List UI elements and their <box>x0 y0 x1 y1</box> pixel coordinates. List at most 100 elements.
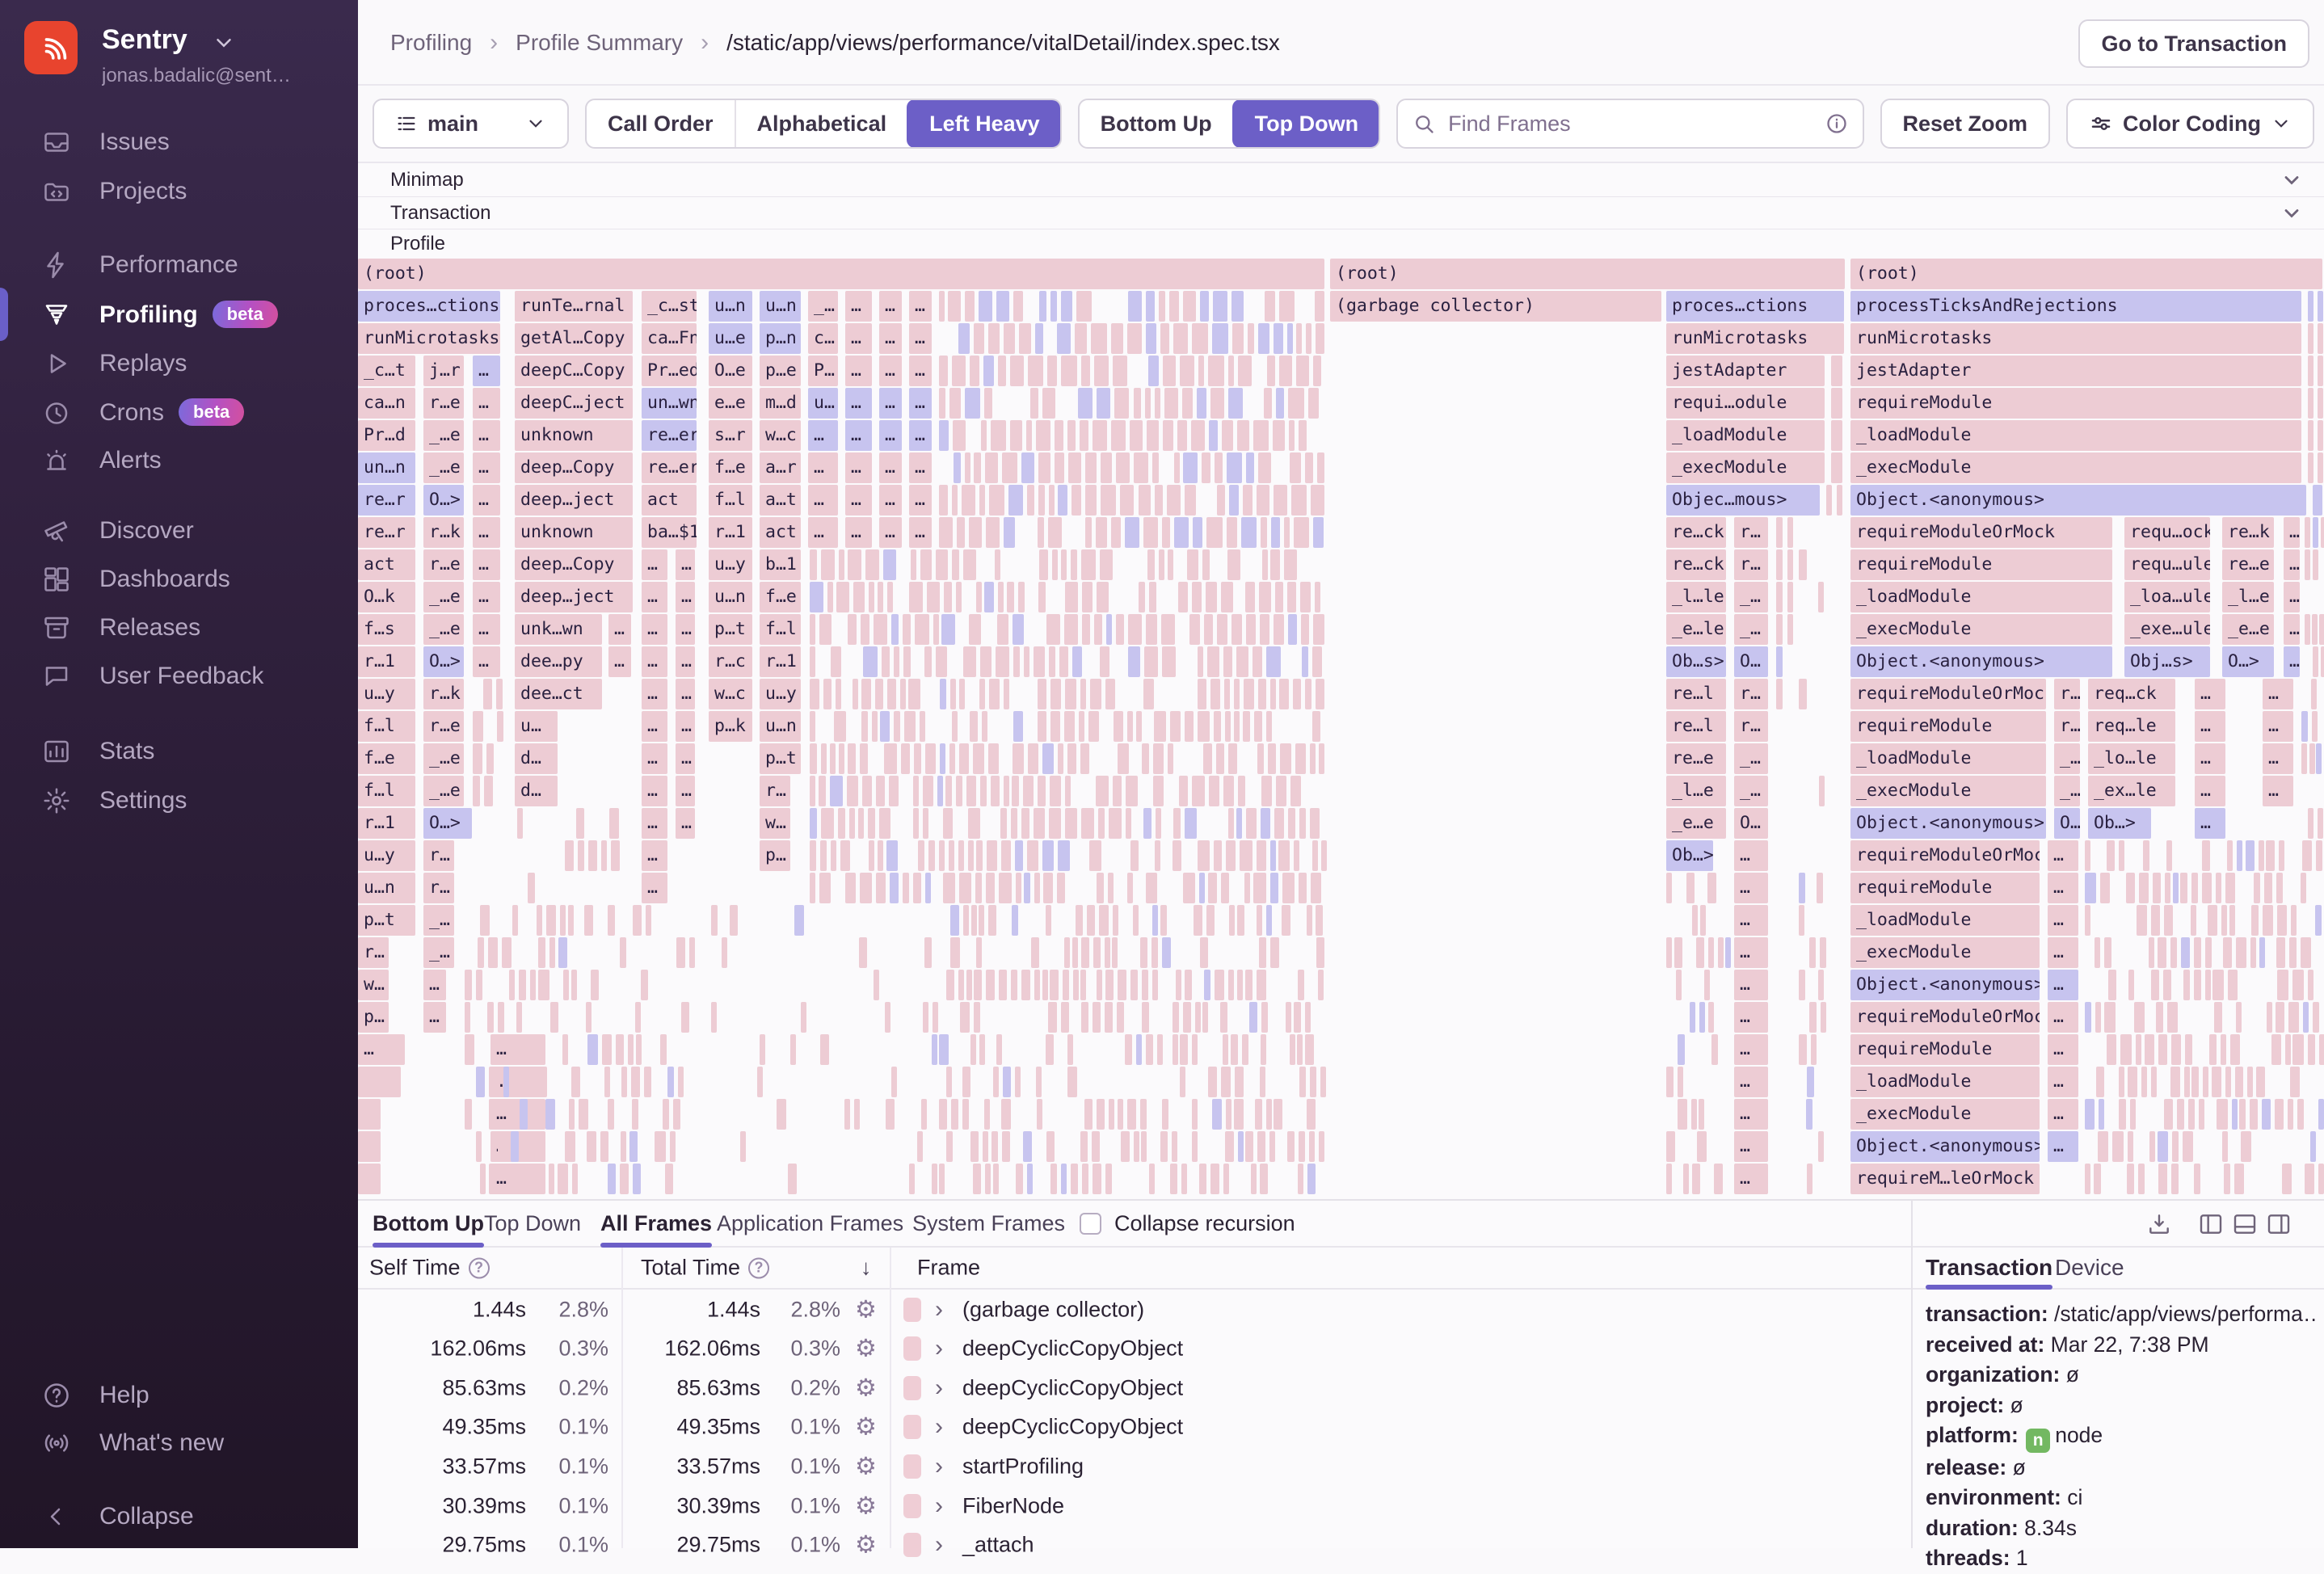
flame-frame[interactable] <box>1159 291 1165 322</box>
flame-frame[interactable] <box>2267 1002 2273 1033</box>
flame-frame[interactable] <box>1191 1034 1198 1065</box>
flame-frame[interactable] <box>1082 582 1093 612</box>
flame-frame[interactable] <box>1034 646 1046 677</box>
flame-frame[interactable] <box>1149 1164 1156 1194</box>
flame-frame[interactable] <box>1096 517 1108 548</box>
flame-frame[interactable] <box>950 679 957 709</box>
flame-frame[interactable] <box>962 549 976 580</box>
self-time-header[interactable]: Self Time? <box>369 1256 490 1281</box>
flame-frame[interactable] <box>987 840 998 871</box>
flame-frame[interactable] <box>874 614 887 645</box>
flame-frame[interactable] <box>1152 970 1159 1000</box>
flame-frame[interactable] <box>2126 1164 2134 1194</box>
flame-frame[interactable] <box>1117 1002 1125 1033</box>
flame-frame[interactable] <box>1316 323 1324 354</box>
flame-frame[interactable] <box>531 1099 541 1130</box>
flame-frame[interactable] <box>2319 614 2324 645</box>
flame-frame[interactable] <box>689 937 696 968</box>
flame-frame[interactable] <box>1318 970 1324 1000</box>
flame-frame[interactable] <box>1307 905 1313 936</box>
flame-frame[interactable]: un…wn <box>642 388 697 419</box>
flame-frame[interactable] <box>939 1164 945 1194</box>
flame-frame[interactable] <box>680 1002 690 1033</box>
flame-frame[interactable]: … <box>676 776 695 806</box>
flame-frame[interactable] <box>1826 485 1832 516</box>
flame-frame[interactable]: re…er <box>642 420 697 451</box>
flame-frame[interactable]: … <box>676 582 695 612</box>
flame-frame[interactable] <box>545 905 557 936</box>
flame-frame[interactable] <box>836 582 849 612</box>
flame-frame[interactable] <box>831 646 841 677</box>
flame-frame[interactable] <box>2158 937 2167 968</box>
flame-frame[interactable] <box>1072 646 1082 677</box>
flame-frame[interactable] <box>1146 614 1158 645</box>
flame-frame[interactable] <box>1182 388 1194 419</box>
flame-frame[interactable] <box>1081 549 1097 580</box>
flame-frame[interactable]: … <box>2048 1131 2078 1162</box>
flame-frame[interactable] <box>983 1131 989 1162</box>
flame-frame[interactable] <box>1202 1002 1209 1033</box>
flame-frame[interactable] <box>997 614 1008 645</box>
flame-frame[interactable] <box>476 1067 486 1097</box>
expand-chevron-icon[interactable]: › <box>935 1413 943 1441</box>
flame-frame[interactable] <box>519 970 527 1000</box>
flame-frame[interactable] <box>846 776 858 806</box>
flame-frame[interactable] <box>1228 485 1240 516</box>
flame-frame[interactable]: r… <box>2054 711 2080 742</box>
flame-frame[interactable] <box>1191 1131 1198 1162</box>
flame-frame[interactable] <box>2127 1067 2137 1097</box>
flame-frame[interactable] <box>951 1099 958 1130</box>
flame-frame[interactable] <box>2236 1002 2242 1033</box>
flame-frame[interactable] <box>1060 1002 1070 1033</box>
flame-frame[interactable] <box>2172 873 2179 903</box>
flame-frame[interactable] <box>635 1002 642 1033</box>
flame-frame[interactable] <box>1146 291 1156 322</box>
flame-frame[interactable] <box>964 291 975 322</box>
table-row[interactable]: 85.63ms 0.2% 85.63ms 0.2% ⚙ › deepCyclicCopyOb… <box>358 1368 1911 1408</box>
flame-frame[interactable] <box>1799 873 1806 903</box>
flame-frame[interactable] <box>958 873 972 903</box>
flame-frame[interactable] <box>933 614 939 645</box>
flame-frame[interactable] <box>1210 679 1221 709</box>
flame-frame[interactable] <box>2250 937 2256 968</box>
flame-frame[interactable] <box>2271 1034 2281 1065</box>
flame-frame[interactable] <box>1172 1002 1180 1033</box>
flame-frame[interactable]: … <box>845 517 872 548</box>
sidebar-item-issues[interactable]: Issues <box>0 119 358 166</box>
flame-frame[interactable] <box>2103 937 2111 968</box>
flame-frame[interactable] <box>890 873 899 903</box>
flame-frame[interactable] <box>985 1164 991 1194</box>
flame-frame[interactable] <box>1200 937 1208 968</box>
flame-frame[interactable] <box>969 517 983 548</box>
flame-frame[interactable]: … <box>358 1034 405 1065</box>
flame-frame[interactable] <box>1085 517 1093 548</box>
flame-frame[interactable]: … <box>642 808 667 839</box>
flame-frame[interactable]: O… <box>2054 808 2080 839</box>
flame-frame[interactable] <box>2180 937 2191 968</box>
flame-frame[interactable] <box>1309 1067 1317 1097</box>
flame-frame[interactable] <box>646 905 652 936</box>
org-switcher[interactable]: Sentry jonas.badalic@sent… <box>24 19 347 100</box>
flame-frame[interactable] <box>1299 1067 1306 1097</box>
flame-frame[interactable]: p…t <box>358 905 415 936</box>
tab-bottom-up[interactable]: Bottom Up <box>373 1201 484 1248</box>
flame-frame[interactable] <box>1269 679 1276 709</box>
flame-frame[interactable] <box>1285 1002 1291 1033</box>
flame-frame[interactable] <box>2313 549 2319 580</box>
flame-frame[interactable] <box>1222 1034 1228 1065</box>
flame-frame[interactable] <box>600 840 608 871</box>
flame-frame[interactable]: u…y <box>760 679 801 709</box>
flame-frame[interactable] <box>1145 388 1151 419</box>
flame-frame[interactable] <box>1139 1099 1147 1130</box>
flame-frame[interactable] <box>1185 970 1193 1000</box>
flame-frame[interactable] <box>2225 1067 2232 1097</box>
flame-frame[interactable] <box>1013 291 1023 322</box>
flame-frame[interactable] <box>1269 873 1278 903</box>
flame-frame[interactable] <box>1067 420 1076 451</box>
flame-frame[interactable] <box>2301 937 2311 968</box>
flame-frame[interactable] <box>1163 420 1174 451</box>
flame-frame[interactable] <box>1799 549 1807 580</box>
flame-frame[interactable] <box>1199 291 1209 322</box>
flame-frame[interactable] <box>1246 808 1257 839</box>
flame-frame[interactable]: re…ck <box>1666 549 1726 580</box>
